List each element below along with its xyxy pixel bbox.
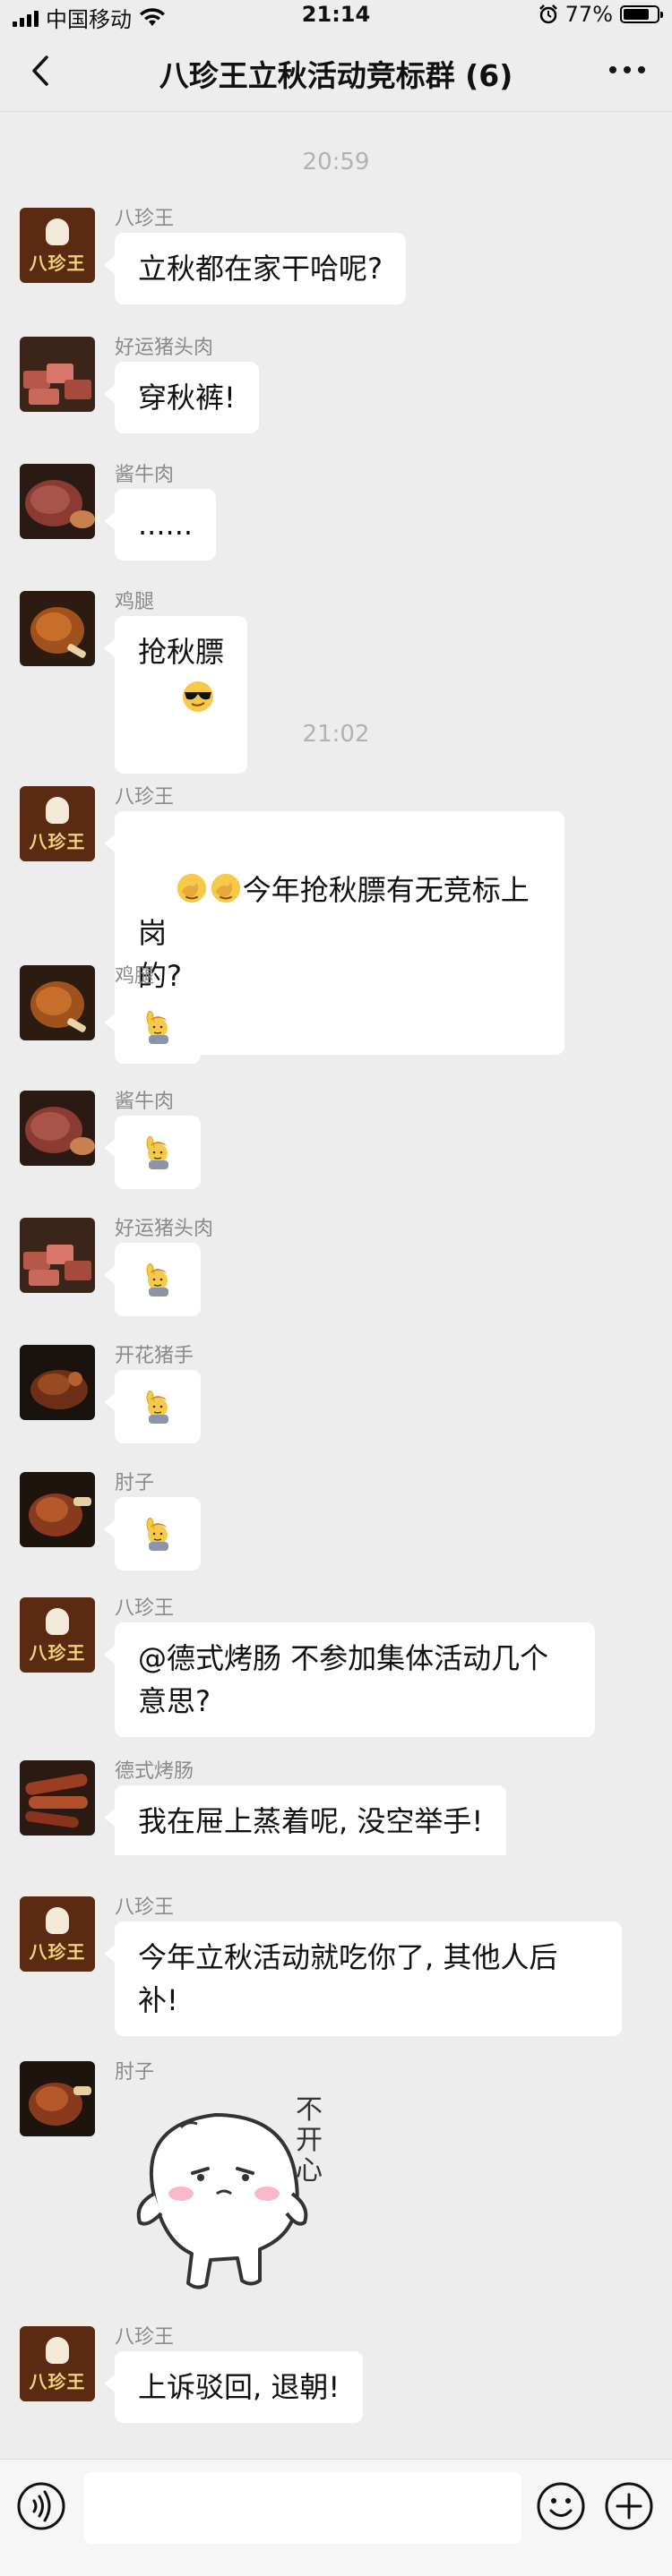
message-input[interactable]: [84, 2472, 521, 2544]
raising-hand-emoji: [146, 1010, 169, 1045]
message-text: ......: [138, 508, 194, 542]
logo-text: 八珍王: [29, 2370, 86, 2392]
sender-name: 鸡腿: [115, 965, 155, 988]
pork-knuckle-photo[interactable]: [20, 2061, 95, 2136]
chicken-leg-photo[interactable]: [20, 965, 95, 1040]
voice-icon[interactable]: [16, 2481, 66, 2531]
message-bubble[interactable]: 立秋都在家干哈呢?: [104, 233, 406, 304]
plus-icon[interactable]: [604, 2481, 654, 2531]
message-bubble[interactable]: 上诉驳回, 退朝!: [103, 2351, 364, 2423]
emoji-icon[interactable]: [536, 2481, 586, 2531]
message-text: @德式烤肠 不参加集体活动几个 意思?: [138, 1641, 549, 1718]
message-bubble[interactable]: 我在屉上蒸着呢, 没空举手!: [103, 1785, 507, 1855]
logo-text: 八珍王: [29, 1940, 86, 1963]
message-text: 抢秋膘: [138, 635, 225, 669]
beef-photo[interactable]: [20, 1091, 95, 1166]
more-dots-icon[interactable]: [602, 52, 652, 88]
raising-hand-emoji: [146, 1135, 169, 1170]
bazhenwang-logo[interactable]: 八珍王: [20, 1896, 95, 1972]
status-bar: 中国移动 21:14 77%: [0, 0, 672, 32]
sunglasses-emoji: [182, 681, 213, 712]
sausage-photo[interactable]: [20, 1760, 95, 1836]
chat-title: 八珍王立秋活动竞标群 (6): [159, 58, 513, 93]
facepalm-emoji: [177, 873, 206, 903]
sender-name: 鸡腿: [115, 591, 155, 613]
message-bubble[interactable]: [104, 1370, 201, 1443]
sender-name: 开花猪手: [115, 1345, 194, 1367]
alarm-icon: [538, 4, 557, 24]
status-right: 77%: [538, 2, 663, 27]
message-text: 上诉驳回, 退朝!: [138, 2370, 340, 2404]
sender-name: 八珍王: [115, 2326, 175, 2349]
chat-header: 八珍王立秋活动竞标群 (6): [0, 32, 672, 112]
message-text: 我在屉上蒸着呢, 没空举手!: [138, 1804, 484, 1838]
sender-name: 肘子: [115, 1472, 155, 1494]
sender-name: 肘子: [115, 2061, 155, 2084]
message-bubble[interactable]: [104, 990, 201, 1064]
sender-name: 八珍王: [115, 786, 175, 809]
beef-photo[interactable]: [20, 464, 95, 539]
sender-name: 酱牛肉: [115, 464, 175, 486]
raising-hand-emoji: [146, 1390, 169, 1425]
message-text: 立秋都在家干哈呢?: [138, 252, 383, 286]
timestamp: 21:02: [302, 721, 370, 748]
logo-text: 八珍王: [29, 252, 86, 274]
facepalm-emoji: [211, 873, 240, 903]
sender-name: 八珍王: [115, 1597, 175, 1620]
sticker-caption: 不开心: [296, 2094, 323, 2187]
sender-name: 八珍王: [115, 208, 175, 230]
message-bubble[interactable]: 抢秋膘: [103, 616, 248, 774]
sender-name: 好运猪头肉: [115, 337, 214, 359]
pork-head-photo[interactable]: [20, 337, 95, 412]
message-bubble[interactable]: [104, 1243, 201, 1316]
pork-trotter-photo[interactable]: [20, 1345, 95, 1420]
pork-knuckle-photo[interactable]: [20, 1472, 95, 1547]
message-bubble[interactable]: @德式烤肠 不参加集体活动几个 意思?: [104, 1622, 595, 1737]
sender-name: 德式烤肠: [115, 1760, 194, 1783]
bazhenwang-logo[interactable]: 八珍王: [20, 2326, 95, 2401]
bazhenwang-logo[interactable]: 八珍王: [20, 208, 95, 283]
raising-hand-emoji: [146, 1262, 169, 1297]
sender-name: 好运猪头肉: [115, 1218, 214, 1240]
bazhenwang-logo[interactable]: 八珍王: [20, 786, 95, 861]
raising-hand-emoji: [146, 1517, 169, 1552]
message-bubble[interactable]: 今年立秋活动就吃你了, 其他人后 补!: [104, 1921, 622, 2036]
message-bubble[interactable]: ......: [103, 489, 217, 561]
input-bar: [0, 2459, 672, 2576]
message-bubble[interactable]: 穿秋裤!: [104, 362, 259, 433]
sender-name: 酱牛肉: [115, 1091, 175, 1113]
battery-percent: 77%: [564, 2, 613, 27]
chicken-leg-photo[interactable]: [20, 591, 95, 666]
message-text: 今年立秋活动就吃你了, 其他人后 补!: [138, 1940, 558, 2017]
message-bubble[interactable]: [104, 1116, 201, 1189]
sender-name: 八珍王: [115, 1896, 175, 1919]
logo-text: 八珍王: [29, 830, 86, 852]
pork-head-photo[interactable]: [20, 1218, 95, 1293]
logo-text: 八珍王: [29, 1641, 86, 1664]
timestamp: 20:59: [302, 149, 370, 175]
message-bubble[interactable]: [104, 1497, 201, 1570]
message-text: 穿秋裤!: [138, 381, 236, 415]
bazhenwang-logo[interactable]: 八珍王: [20, 1597, 95, 1673]
battery-icon: [620, 5, 663, 23]
